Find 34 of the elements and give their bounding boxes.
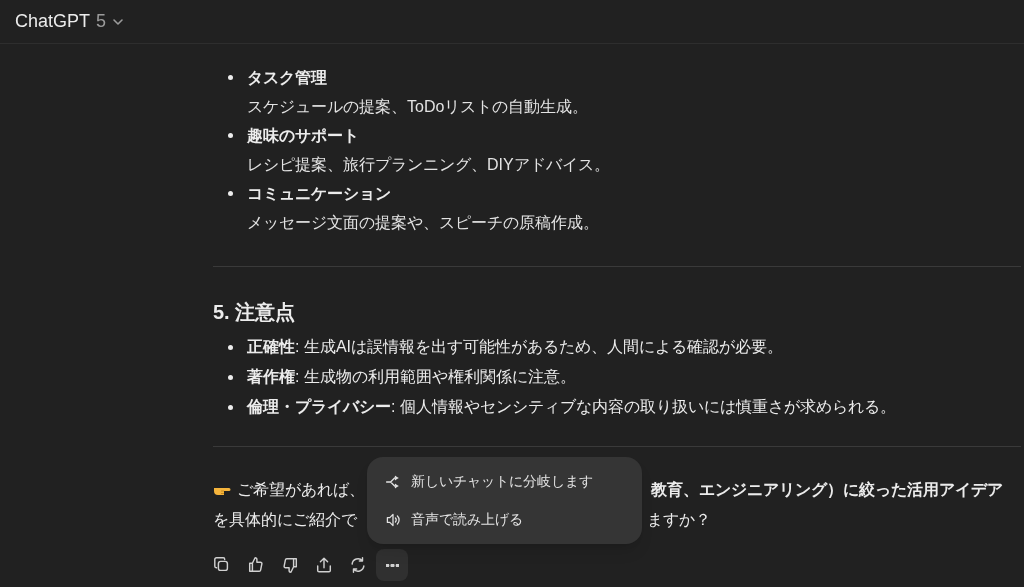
message-text: ご希望があれば、	[237, 480, 365, 500]
item-title: 趣味のサポート	[247, 126, 360, 146]
menu-item[interactable]: 新しいチャットに分岐します	[385, 467, 624, 496]
more-icon	[385, 563, 399, 567]
menu-item[interactable]: 音声で読み上げる	[385, 505, 624, 534]
speaker-icon	[385, 511, 401, 528]
model-version: 5	[96, 10, 107, 33]
branch-icon	[385, 473, 401, 490]
list-item: 倫理・プライバシー: 個人情報やセンシティブな内容の取り扱いには慎重さが求められる。	[247, 397, 896, 417]
message-text: 教育、エンジニアリング）に絞った活用アイデア	[651, 480, 1003, 500]
model-name: ChatGPT	[15, 10, 91, 33]
section-heading: 5. 注意点	[213, 300, 297, 325]
item-title: コミュニケーション	[247, 184, 392, 204]
message-text: ますか？	[647, 510, 711, 530]
list-item: 著作権: 生成物の利用範囲や権利関係に注意。	[247, 367, 576, 387]
bullet-icon	[228, 374, 233, 380]
bullet-icon	[228, 133, 233, 138]
share-icon	[315, 556, 333, 574]
bullet-icon	[228, 191, 233, 196]
model-selector[interactable]: ChatGPT 5	[15, 8, 125, 35]
list-item: 正確性: 生成AIは誤情報を出す可能性があるため、人間による確認が必要。	[247, 337, 783, 357]
copy-icon	[213, 556, 231, 574]
more-button[interactable]	[376, 549, 408, 581]
refresh-icon	[349, 556, 367, 574]
item-description: レシピ提案、旅行プランニング、DIYアドバイス。	[247, 155, 610, 175]
bullet-icon	[228, 404, 233, 410]
item-description: メッセージ文面の提案や、スピーチの原稿作成。	[247, 213, 599, 233]
item-title: タスク管理	[247, 68, 328, 88]
bullet-icon	[228, 75, 233, 80]
bullet-icon	[228, 344, 233, 350]
thumbs-down-icon	[281, 556, 299, 574]
item-description: スケジュールの提案、ToDoリストの自動生成。	[247, 97, 589, 117]
message-text: を具体的にご紹介で	[213, 510, 357, 530]
thumbs-up-icon	[247, 556, 265, 574]
